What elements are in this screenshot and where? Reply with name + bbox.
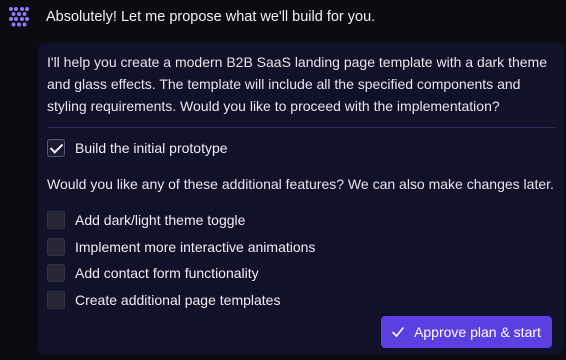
checkbox[interactable]: [47, 290, 65, 309]
checkbox[interactable]: [47, 211, 65, 229]
feature-option[interactable]: Add dark/light theme toggle: [47, 210, 555, 230]
primary-plan-item[interactable]: Build the initial prototype: [47, 138, 555, 158]
chat-view: Absolutely! Let me propose what we'll bu…: [0, 0, 566, 360]
plan-card: I'll help you create a modern B2B SaaS l…: [38, 43, 564, 354]
feature-option-label: Implement more interactive animations: [75, 238, 316, 255]
additional-features-list: Add dark/light theme toggle Implement mo…: [47, 210, 555, 310]
assistant-intro-text: Absolutely! Let me propose what we'll bu…: [46, 9, 376, 25]
plan-description: I'll help you create a modern B2B SaaS l…: [47, 54, 547, 114]
assistant-logo-icon: [9, 7, 29, 27]
check-icon: [392, 327, 404, 337]
feature-option[interactable]: Add contact form functionality: [47, 263, 555, 283]
approve-plan-label: Approve plan & start: [414, 324, 541, 340]
feature-option-label: Create additional page templates: [75, 291, 281, 308]
primary-plan-item-label: Build the initial prototype: [75, 140, 228, 156]
feature-option-label: Add contact form functionality: [75, 265, 259, 281]
approve-plan-button[interactable]: Approve plan & start: [381, 316, 552, 348]
additional-features-question: Would you like any of these additional f…: [47, 176, 554, 192]
checkbox[interactable]: [47, 264, 65, 282]
checkbox-checked[interactable]: [47, 139, 65, 157]
feature-option[interactable]: Create additional page templates: [47, 290, 555, 310]
feature-option[interactable]: Implement more interactive animations: [47, 237, 555, 257]
checkbox[interactable]: [47, 237, 65, 256]
feature-option-label: Add dark/light theme toggle: [75, 212, 246, 228]
divider: [47, 127, 555, 128]
assistant-message-header: Absolutely! Let me propose what we'll bu…: [8, 6, 375, 28]
